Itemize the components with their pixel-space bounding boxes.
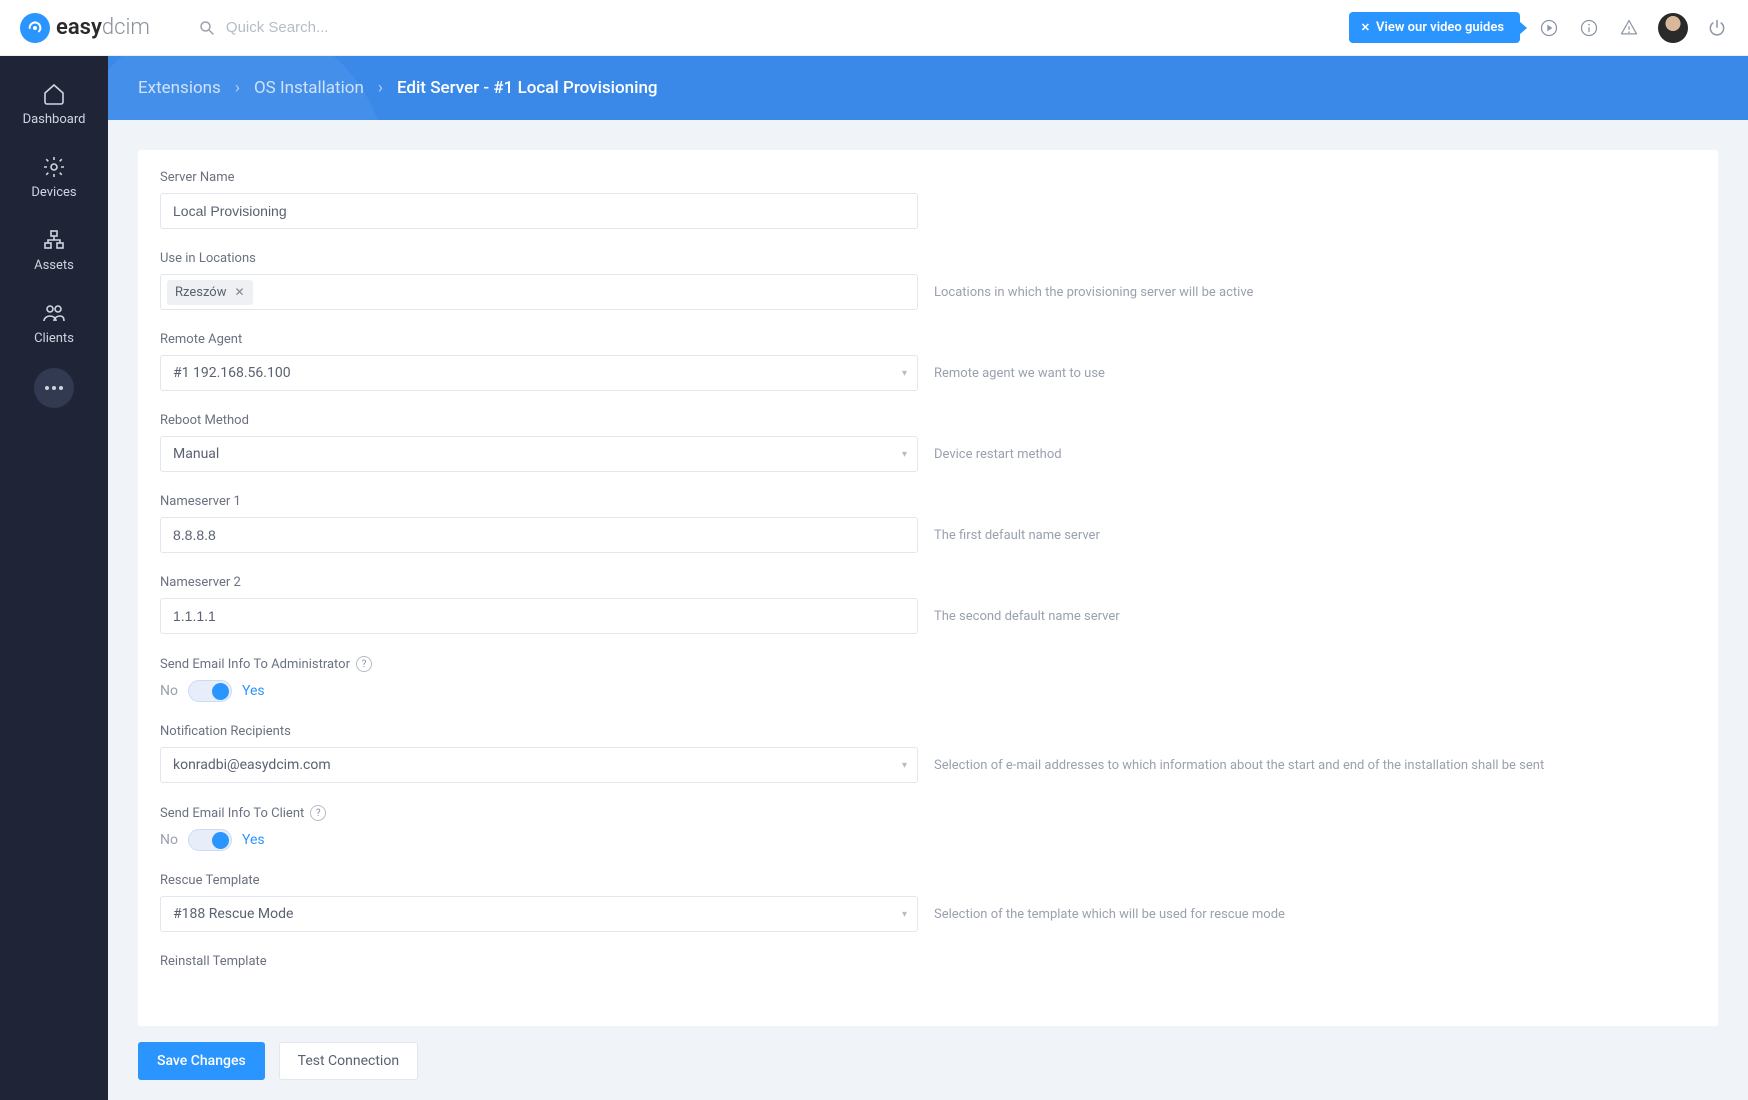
search-icon — [198, 19, 216, 37]
label-locations: Use in Locations — [160, 251, 1696, 266]
label-ns2: Nameserver 2 — [160, 575, 1696, 590]
hint-remote-agent: Remote agent we want to use — [934, 366, 1105, 381]
chevron-right-icon: › — [235, 78, 240, 98]
breadcrumb-os-installation[interactable]: OS Installation — [254, 78, 364, 98]
sidebar-item-clients[interactable]: Clients — [0, 289, 108, 356]
label-email-client: Send Email Info To Client — [160, 806, 304, 821]
breadcrumb-extensions[interactable]: Extensions — [138, 78, 221, 98]
label-recipients: Notification Recipients — [160, 724, 1696, 739]
breadcrumb-current: Edit Server - #1 Local Provisioning — [397, 78, 658, 98]
sidebar-item-label: Assets — [34, 258, 74, 273]
hint-ns2: The second default name server — [934, 609, 1120, 624]
brand-name-2: dcim — [102, 15, 150, 40]
help-icon[interactable]: ? — [310, 805, 326, 821]
label-remote-agent: Remote Agent — [160, 332, 1696, 347]
server-name-input[interactable] — [160, 193, 918, 229]
label-rescue: Rescue Template — [160, 873, 1696, 888]
sidebar-item-label: Clients — [34, 331, 74, 346]
label-email-admin: Send Email Info To Administrator — [160, 657, 350, 672]
hint-locations: Locations in which the provisioning serv… — [934, 285, 1253, 300]
toggle-no-label: No — [160, 832, 178, 848]
topbar: easydcim ✕ View our video guides — [0, 0, 1748, 56]
email-admin-toggle[interactable] — [188, 680, 232, 702]
footer-bar: Save Changes Test Connection — [108, 1026, 1748, 1100]
hint-recipients: Selection of e-mail addresses to which i… — [934, 758, 1544, 773]
sidebar-item-dashboard[interactable]: Dashboard — [0, 70, 108, 137]
avatar[interactable] — [1658, 13, 1688, 43]
search-box[interactable] — [198, 19, 1349, 37]
recipients-value: konradbi@easydcim.com — [173, 757, 331, 773]
remote-agent-select[interactable]: #1 192.168.56.100 ▾ — [160, 355, 918, 391]
toggle-yes-label: Yes — [242, 683, 265, 699]
sidebar-item-devices[interactable]: Devices — [0, 143, 108, 210]
rescue-template-select[interactable]: #188 Rescue Mode ▾ — [160, 896, 918, 932]
sidebar: Dashboard Devices Assets Clients — [0, 56, 108, 1100]
nameserver1-input[interactable] — [160, 517, 918, 553]
sidebar-more-button[interactable] — [34, 368, 74, 408]
brand-logo[interactable]: easydcim — [20, 13, 150, 43]
sidebar-item-label: Devices — [31, 185, 76, 200]
location-tag-label: Rzeszów — [175, 285, 227, 300]
location-tag: Rzeszów ✕ — [167, 280, 253, 305]
save-button[interactable]: Save Changes — [138, 1042, 265, 1080]
chevron-down-icon: ▾ — [902, 449, 907, 460]
form-panel: Server Name Use in Locations Rzeszów ✕ — [138, 150, 1718, 1059]
video-guides-label: View our video guides — [1376, 20, 1504, 35]
hint-reboot: Device restart method — [934, 447, 1062, 462]
search-input[interactable] — [226, 19, 486, 36]
play-icon[interactable] — [1538, 17, 1560, 39]
alert-icon[interactable] — [1618, 17, 1640, 39]
brand-mark-icon — [20, 13, 50, 43]
chevron-down-icon: ▾ — [902, 368, 907, 379]
breadcrumb: Extensions › OS Installation › Edit Serv… — [108, 56, 1748, 120]
chevron-down-icon: ▾ — [902, 760, 907, 771]
remote-agent-value: #1 192.168.56.100 — [173, 365, 291, 381]
reboot-method-select[interactable]: Manual ▾ — [160, 436, 918, 472]
power-icon[interactable] — [1706, 17, 1728, 39]
test-connection-button[interactable]: Test Connection — [279, 1042, 418, 1080]
label-reinstall: Reinstall Template — [160, 954, 1696, 969]
hint-rescue: Selection of the template which will be … — [934, 907, 1285, 922]
toggle-yes-label: Yes — [242, 832, 265, 848]
close-icon[interactable]: ✕ — [1361, 21, 1370, 34]
rescue-template-value: #188 Rescue Mode — [173, 906, 293, 922]
label-ns1: Nameserver 1 — [160, 494, 1696, 509]
info-icon[interactable] — [1578, 17, 1600, 39]
email-client-toggle[interactable] — [188, 829, 232, 851]
sidebar-item-label: Dashboard — [23, 112, 86, 127]
help-icon[interactable]: ? — [356, 656, 372, 672]
label-server-name: Server Name — [160, 170, 1696, 185]
hint-ns1: The first default name server — [934, 528, 1100, 543]
chevron-down-icon: ▾ — [902, 909, 907, 920]
nameserver2-input[interactable] — [160, 598, 918, 634]
sidebar-item-assets[interactable]: Assets — [0, 216, 108, 283]
topbar-actions: ✕ View our video guides — [1349, 12, 1728, 43]
tag-remove-icon[interactable]: ✕ — [235, 285, 245, 299]
toggle-no-label: No — [160, 683, 178, 699]
label-reboot: Reboot Method — [160, 413, 1696, 428]
chevron-right-icon: › — [378, 78, 383, 98]
video-guides-button[interactable]: ✕ View our video guides — [1349, 12, 1520, 43]
locations-input[interactable]: Rzeszów ✕ — [160, 274, 918, 310]
recipients-select[interactable]: konradbi@easydcim.com ▾ — [160, 747, 918, 783]
reboot-method-value: Manual — [173, 446, 219, 462]
brand-name-1: easy — [56, 15, 102, 40]
